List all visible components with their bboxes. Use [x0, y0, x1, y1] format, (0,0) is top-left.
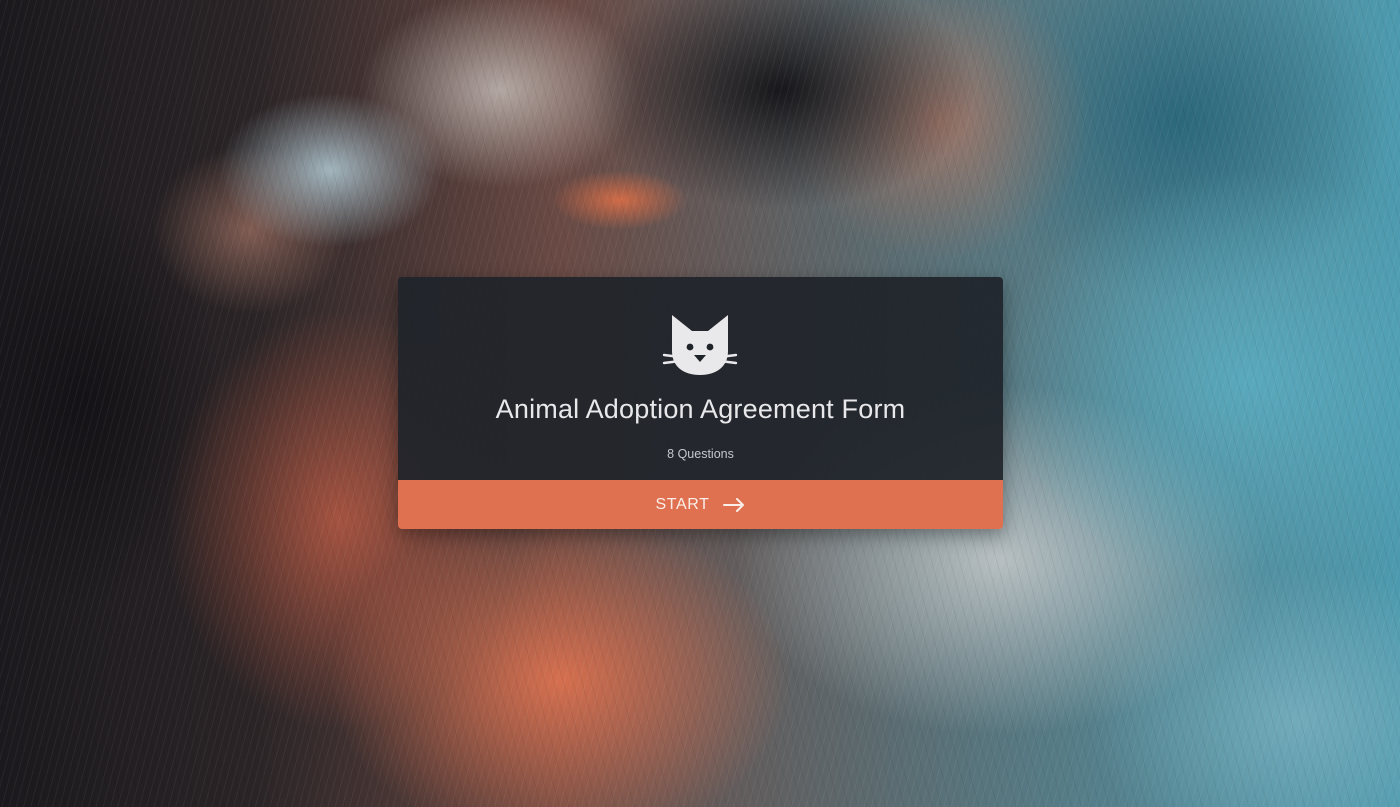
start-button-label: START — [655, 495, 710, 513]
form-welcome-page: Animal Adoption Agreement Form 8 Questio… — [0, 0, 1400, 807]
welcome-card-header: Animal Adoption Agreement Form 8 Questio… — [398, 277, 1003, 480]
start-button[interactable]: START — [398, 480, 1003, 529]
form-title: Animal Adoption Agreement Form — [495, 394, 906, 424]
welcome-card: Animal Adoption Agreement Form 8 Questio… — [398, 277, 1003, 529]
question-count: 8 Questions — [667, 447, 734, 461]
cat-face-icon — [662, 315, 738, 375]
arrow-right-icon — [723, 497, 745, 512]
